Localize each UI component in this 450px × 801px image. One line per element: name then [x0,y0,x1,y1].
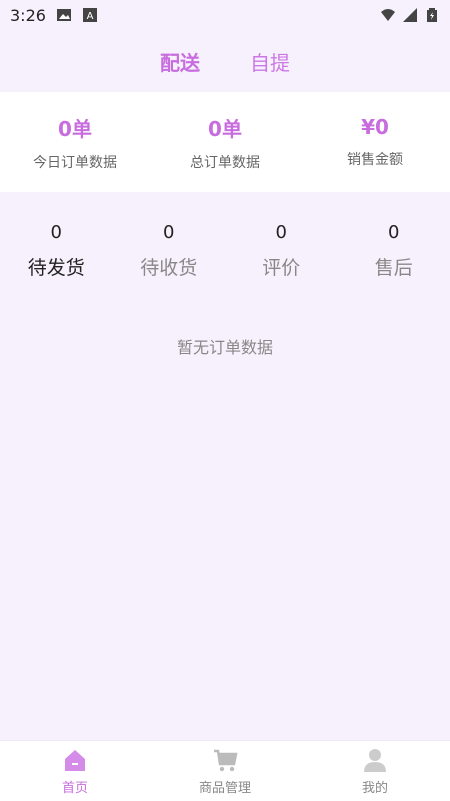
order-label: 评价 [262,257,301,279]
stats-card: 0单 今日订单数据 0单 总订单数据 ¥0 销售金额 [0,92,450,192]
stat-label: 今日订单数据 [33,154,117,171]
order-count: 0 [50,222,62,243]
order-count: 0 [388,222,400,243]
wifi-icon [381,9,395,21]
order-label: 售后 [374,257,413,279]
status-right [380,7,440,23]
order-count: 0 [275,222,287,243]
tab-reviews[interactable]: 0 评价 [231,222,331,280]
battery-icon [427,8,437,22]
status-left: 3:26 A [10,6,98,25]
user-icon [364,748,386,772]
image-icon [56,9,71,21]
stat-label: 销售金额 [347,152,403,168]
tab-pending-shipment[interactable]: 0 待发货 [6,222,106,280]
stat-value: ¥0 [361,115,389,139]
tab-pickup[interactable]: 自提 [250,47,290,76]
nav-profile[interactable]: 我的 [315,747,435,796]
nav-label: 商品管理 [198,780,251,796]
nav-home[interactable]: 首页 [15,747,135,796]
tab-delivery[interactable]: 配送 [160,47,200,76]
home-icon [65,749,85,771]
text-a-icon: A [82,8,97,22]
order-label: 待收货 [140,257,198,279]
status-time: 3:26 [10,5,46,25]
signal-icon [403,8,417,22]
nav-label: 首页 [61,780,88,796]
empty-orders-message: 暂无订单数据 [176,338,273,357]
tab-after-sales[interactable]: 0 售后 [344,222,444,280]
stat-today-orders: 0单 今日订单数据 [0,113,150,172]
order-count: 0 [163,222,175,243]
tab-pending-receipt[interactable]: 0 待收货 [119,222,219,280]
order-status-tabs: 0 待发货 0 待收货 0 评价 0 售后 [0,222,450,292]
stat-label: 总订单数据 [190,154,260,171]
stat-total-orders: 0单 总订单数据 [150,113,300,172]
stat-value: 0单 [208,116,242,141]
svg-text:A: A [87,11,94,22]
nav-product-management[interactable]: 商品管理 [165,747,285,796]
stat-sales-amount: ¥0 销售金额 [300,115,450,169]
order-label: 待发货 [27,257,85,279]
delivery-type-tabs: 配送 自提 [0,30,450,92]
cart-icon [214,749,238,771]
bottom-nav: 首页 商品管理 我的 [0,740,450,801]
stat-value: 0单 [58,116,92,141]
nav-label: 我的 [361,780,388,796]
status-bar: 3:26 A [0,0,450,30]
